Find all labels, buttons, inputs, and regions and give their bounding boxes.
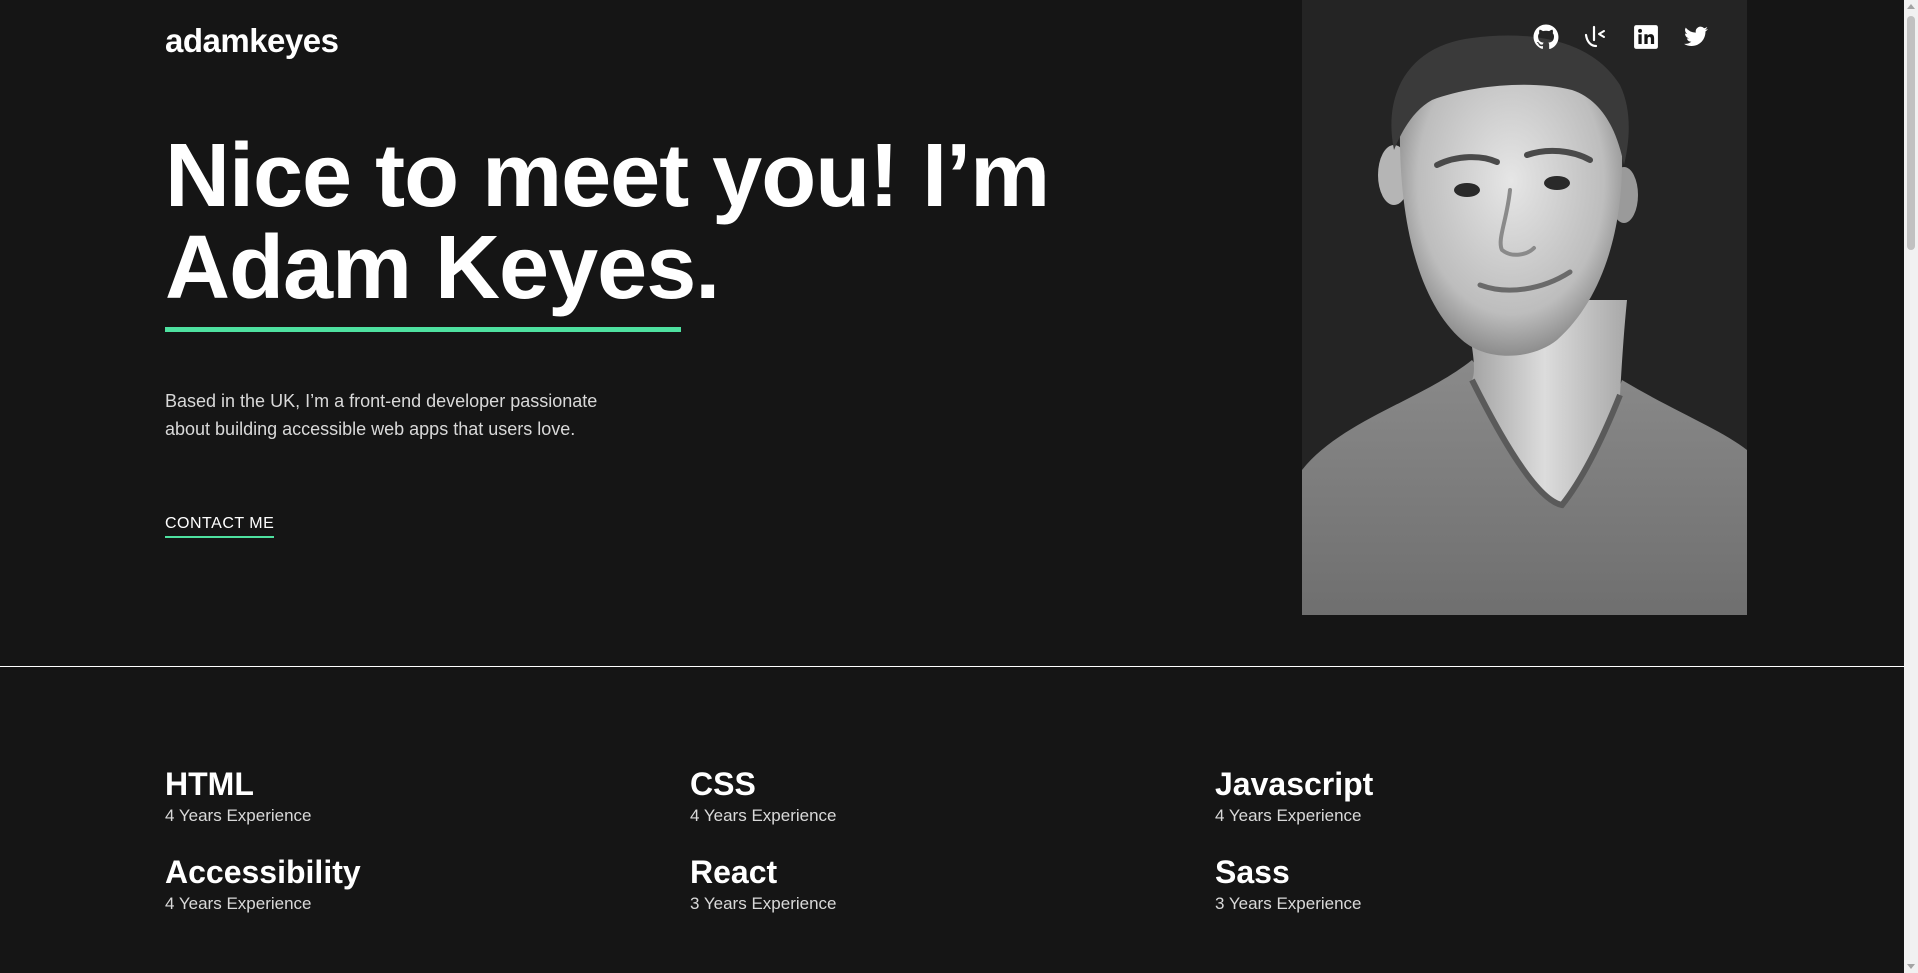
portfolio-page: adamkeyes Nice to meet you! I’m Adam Key… xyxy=(0,0,1918,973)
social-links xyxy=(1533,24,1709,50)
skill-title: Sass xyxy=(1215,854,1290,890)
scroll-up-arrow-icon[interactable] xyxy=(1907,4,1915,9)
skill-item: HTML 4 Years Experience xyxy=(165,765,665,827)
frontend-mentor-icon[interactable] xyxy=(1583,24,1609,50)
skill-title: Javascript xyxy=(1215,766,1374,802)
skill-experience: 3 Years Experience xyxy=(690,894,837,913)
profile-photo-illustration xyxy=(1302,35,1747,615)
skill-item: Javascript 4 Years Experience xyxy=(1215,765,1715,827)
skill-experience: 4 Years Experience xyxy=(1215,806,1362,825)
site-logo[interactable]: adamkeyes xyxy=(165,22,339,60)
profile-photo xyxy=(1302,0,1747,615)
linkedin-icon[interactable] xyxy=(1633,24,1659,50)
skill-title: HTML xyxy=(165,766,254,802)
skill-item: React 3 Years Experience xyxy=(690,853,1190,915)
skill-experience: 4 Years Experience xyxy=(165,894,312,913)
vertical-scrollbar[interactable] xyxy=(1904,0,1918,973)
skill-title: React xyxy=(690,854,778,890)
skill-item: Accessibility 4 Years Experience xyxy=(165,853,665,915)
hero-intro: Based in the UK, I’m a front-end develop… xyxy=(165,391,598,439)
skill-title: Accessibility xyxy=(165,854,361,890)
skill-item: CSS 4 Years Experience xyxy=(690,765,1190,827)
skill-title: CSS xyxy=(690,766,756,802)
twitter-icon[interactable] xyxy=(1683,24,1709,50)
skill-experience: 4 Years Experience xyxy=(690,806,837,825)
skill-item: Sass 3 Years Experience xyxy=(1215,853,1715,915)
github-icon[interactable] xyxy=(1533,24,1559,50)
skill-experience: 4 Years Experience xyxy=(165,806,312,825)
skill-experience: 3 Years Experience xyxy=(1215,894,1362,913)
section-divider xyxy=(0,666,1904,667)
hero-headline-name: Adam Keyes. xyxy=(165,218,720,318)
name-underline xyxy=(165,327,681,332)
hero-headline: Nice to meet you! I’m Adam Keyes. xyxy=(165,130,1125,314)
contact-me-button[interactable]: CONTACT ME xyxy=(165,515,275,538)
hero-headline-line1: Nice to meet you! I’m xyxy=(165,126,1050,226)
scroll-down-arrow-icon[interactable] xyxy=(1907,964,1915,969)
scrollbar-thumb[interactable] xyxy=(1907,16,1915,250)
